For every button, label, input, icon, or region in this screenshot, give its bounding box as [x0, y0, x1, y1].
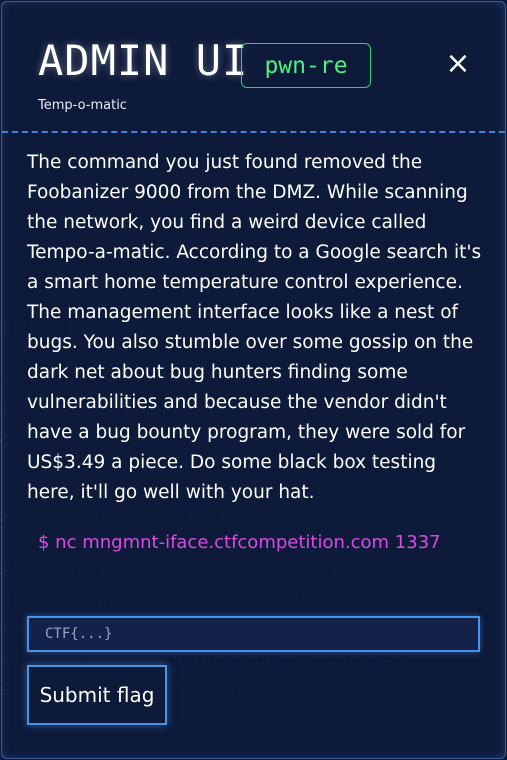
close-icon[interactable]: × [444, 49, 472, 79]
header-divider [2, 131, 505, 133]
challenge-subtitle: Temp-o-matic [38, 98, 127, 113]
flag-input[interactable] [27, 616, 480, 652]
category-badge: pwn-re [241, 43, 371, 88]
submit-flag-button[interactable]: Submit flag [27, 665, 167, 725]
connection-command: $ nc mngmnt-iface.ctfcompetition.com 133… [38, 532, 441, 553]
page-title: ADMIN UI [38, 36, 249, 85]
challenge-description: The command you just found removed the F… [27, 152, 482, 503]
